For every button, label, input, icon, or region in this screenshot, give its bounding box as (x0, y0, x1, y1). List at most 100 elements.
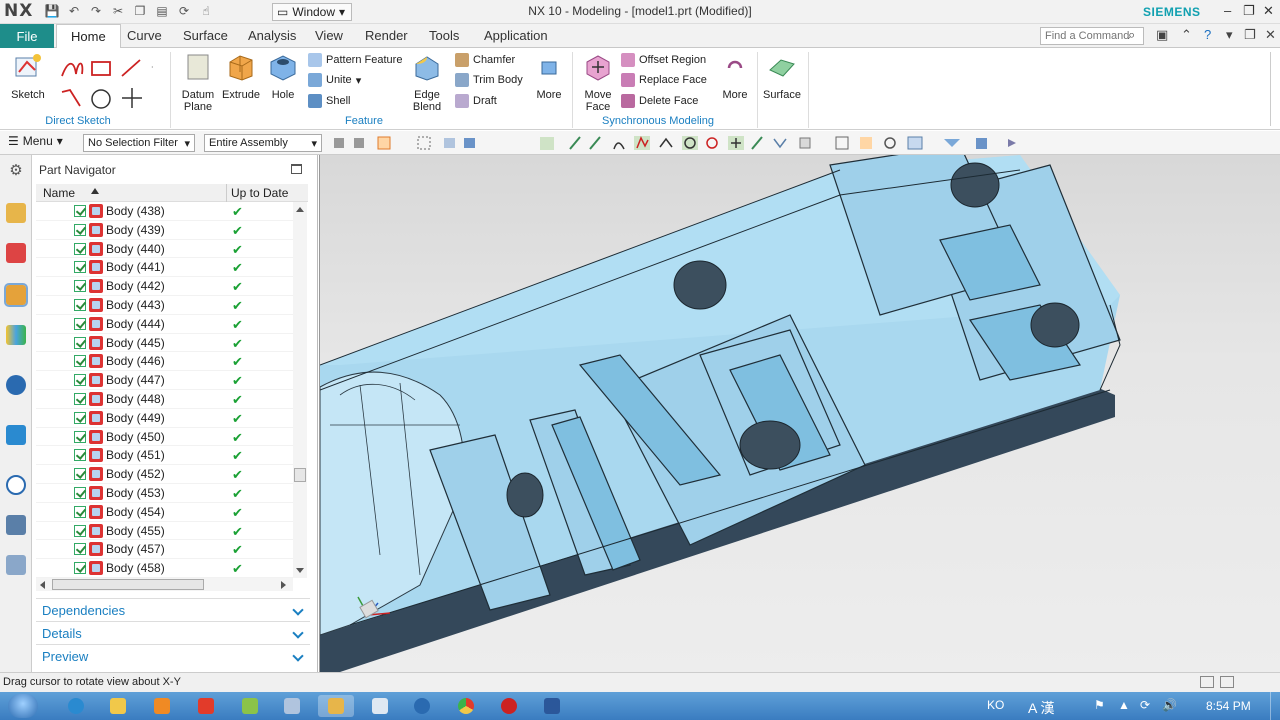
volume-icon[interactable]: 🔊 (1162, 698, 1177, 712)
navigator-row[interactable]: Body (439) ✔ (36, 221, 294, 240)
scope-dropdown[interactable]: Entire Assembly ▾ (204, 134, 322, 152)
replace-face-button[interactable]: Replace Face (621, 73, 707, 87)
navigator-row[interactable]: Body (441) ✔ (36, 258, 294, 278)
taskbar-app-nx[interactable] (318, 695, 354, 717)
visibility-checkbox[interactable] (74, 205, 86, 217)
paste-icon[interactable]: ▤ (154, 3, 170, 19)
fullscreen-icon[interactable] (1220, 676, 1234, 688)
edge-blend-button[interactable]: Edge Blend (408, 52, 446, 113)
scroll-left-icon[interactable] (40, 581, 45, 589)
pattern-feature-button[interactable]: Pattern Feature (308, 53, 402, 67)
visibility-checkbox[interactable] (74, 486, 86, 499)
extrude-button[interactable]: Extrude (221, 52, 261, 101)
show-desktop-button[interactable] (1270, 692, 1280, 720)
tab-tools[interactable]: Tools (429, 28, 459, 43)
roles-icon[interactable] (6, 555, 26, 575)
visibility-checkbox[interactable] (74, 430, 86, 443)
sync-more-button[interactable]: More (719, 52, 751, 101)
process-studio-icon[interactable] (6, 515, 26, 535)
visibility-checkbox[interactable] (74, 524, 86, 537)
visibility-checkbox[interactable] (74, 543, 86, 556)
column-divider[interactable] (226, 184, 227, 202)
navigator-row[interactable]: Body (446) ✔ (36, 352, 294, 372)
ribbon-options-icon[interactable]: ▣ (1156, 27, 1168, 43)
window-menu[interactable]: ▭ Window ▾ (272, 3, 353, 21)
navigator-row[interactable]: Body (440) ✔ (36, 240, 294, 259)
model-3d-view[interactable] (320, 155, 1280, 672)
search-icon[interactable]: ⌕ (1128, 27, 1135, 43)
visibility-checkbox[interactable] (74, 411, 86, 424)
trim-body-button[interactable]: Trim Body (455, 73, 523, 87)
restore-icon[interactable]: ❐ (1243, 3, 1255, 19)
move-face-button[interactable]: Move Face (580, 52, 616, 113)
taskbar-app[interactable] (491, 695, 527, 717)
visibility-checkbox[interactable] (74, 449, 86, 462)
navigator-row[interactable]: Body (457) ✔ (36, 540, 294, 560)
scroll-down-icon[interactable] (296, 568, 304, 573)
tab-render[interactable]: Render (365, 28, 408, 43)
start-button[interactable] (8, 694, 38, 718)
tab-curve[interactable]: Curve (127, 28, 162, 43)
visibility-checkbox[interactable] (74, 242, 86, 255)
navigator-row[interactable]: Body (444) ✔ (36, 315, 294, 334)
ribbon-scroll[interactable] (1270, 52, 1278, 126)
navigator-row[interactable]: Body (448) ✔ (36, 390, 294, 409)
taskbar-app[interactable] (534, 695, 570, 717)
surface-button[interactable]: Surface (762, 52, 802, 101)
navigator-row[interactable]: Body (454) ✔ (36, 503, 294, 522)
undo-icon[interactable]: ↶ (66, 3, 82, 19)
visibility-checkbox[interactable] (74, 505, 86, 518)
graphics-window[interactable] (319, 155, 1280, 672)
taskbar-app[interactable] (188, 695, 224, 717)
tab-view[interactable]: View (315, 28, 343, 43)
details-panel[interactable]: Details (36, 621, 310, 643)
snap-and-view-tools-icon[interactable] (332, 135, 1042, 151)
close-part-icon[interactable]: ✕ (1265, 27, 1276, 43)
navigator-row[interactable]: Body (443) ✔ (36, 296, 294, 315)
navigator-row[interactable]: Body (451) ✔ (36, 446, 294, 466)
network-icon[interactable]: ▲ (1118, 698, 1130, 712)
navigator-row[interactable]: Body (442) ✔ (36, 277, 294, 296)
minimize-icon[interactable]: – (1224, 3, 1231, 18)
cut-icon[interactable]: ✂ (110, 3, 126, 19)
visibility-checkbox[interactable] (74, 336, 86, 349)
navigator-row[interactable]: Body (455) ✔ (36, 522, 294, 541)
settings-icon[interactable]: ⚙ (6, 161, 26, 181)
feature-more-button[interactable]: More (533, 52, 565, 101)
taskbar-app[interactable] (58, 695, 94, 717)
navigator-row[interactable]: Body (445) ✔ (36, 334, 294, 353)
flag-icon[interactable]: ⚑ (1094, 698, 1105, 712)
unite-button[interactable]: Unite ▾ (308, 73, 361, 87)
taskbar-app[interactable] (100, 695, 136, 717)
ime-indicator[interactable]: A 漢 (1028, 698, 1054, 718)
web-browser-icon[interactable] (6, 425, 26, 445)
hd3d-tools-icon[interactable] (6, 375, 26, 395)
menu-button[interactable]: ☰ Menu ▾ (8, 134, 63, 148)
touch-mode-icon[interactable]: ☝ (198, 3, 214, 19)
visibility-checkbox[interactable] (74, 280, 86, 293)
taskbar-app[interactable] (274, 695, 310, 717)
reuse-library-icon[interactable] (6, 325, 26, 345)
taskbar-app[interactable] (404, 695, 440, 717)
constraint-navigator-icon[interactable] (6, 243, 26, 263)
taskbar-clock[interactable]: 8:54 PM (1206, 699, 1251, 713)
navigator-horizontal-scrollbar[interactable] (36, 578, 293, 591)
tab-file[interactable]: File (0, 24, 54, 48)
visibility-checkbox[interactable] (74, 317, 86, 330)
visibility-checkbox[interactable] (74, 392, 86, 405)
taskbar-app[interactable] (232, 695, 268, 717)
dependencies-panel[interactable]: Dependencies (36, 598, 310, 620)
column-name[interactable]: Name (43, 186, 75, 200)
direct-sketch-tools-icon[interactable]: · (58, 56, 154, 112)
navigator-row[interactable]: Body (438) ✔ (36, 202, 294, 221)
tab-surface[interactable]: Surface (183, 28, 228, 43)
scroll-right-icon[interactable] (281, 581, 286, 589)
selection-filter-dropdown[interactable]: No Selection Filter ▾ (83, 134, 195, 152)
collapse-ribbon-icon[interactable]: ⌃ (1181, 27, 1192, 43)
chevron-down-icon[interactable]: ▾ (1226, 27, 1233, 43)
maximize-icon[interactable] (291, 164, 302, 174)
delete-face-button[interactable]: Delete Face (621, 94, 698, 108)
visibility-checkbox[interactable] (74, 468, 86, 481)
visibility-checkbox[interactable] (74, 562, 86, 575)
visibility-checkbox[interactable] (74, 355, 86, 368)
